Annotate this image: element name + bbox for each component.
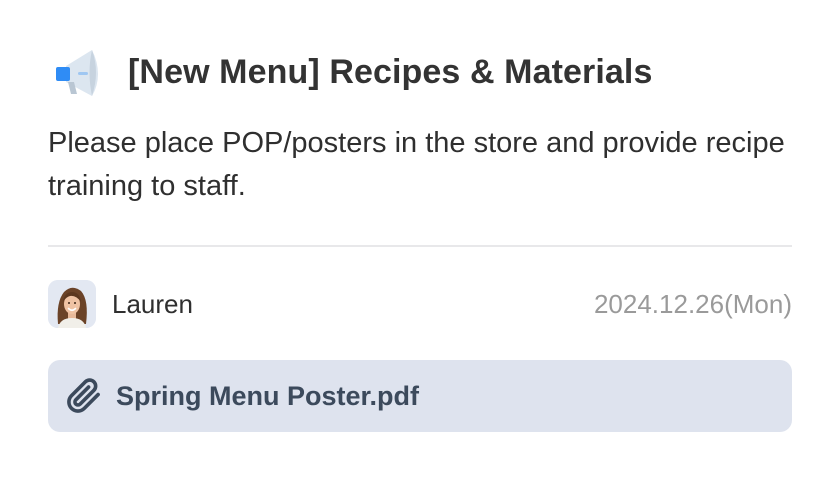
author-row: Lauren 2024.12.26(Mon): [48, 279, 792, 329]
paperclip-icon: [66, 378, 102, 414]
post-date: 2024.12.26(Mon): [593, 288, 792, 319]
author-name: Lauren: [112, 288, 193, 319]
notice-title: [New Menu] Recipes & Materials: [128, 52, 653, 91]
attachment-filename: Spring Menu Poster.pdf: [116, 380, 420, 411]
notice-description: Please place POP/posters in the store an…: [48, 127, 785, 202]
avatar: [48, 280, 96, 328]
megaphone-icon: [48, 42, 108, 102]
divider: [48, 245, 792, 247]
notice-card: [New Menu] Recipes & Materials Please pl…: [0, 0, 840, 480]
attachment-file[interactable]: Spring Menu Poster.pdf: [48, 360, 792, 432]
notice-header: [New Menu] Recipes & Materials: [48, 40, 652, 104]
